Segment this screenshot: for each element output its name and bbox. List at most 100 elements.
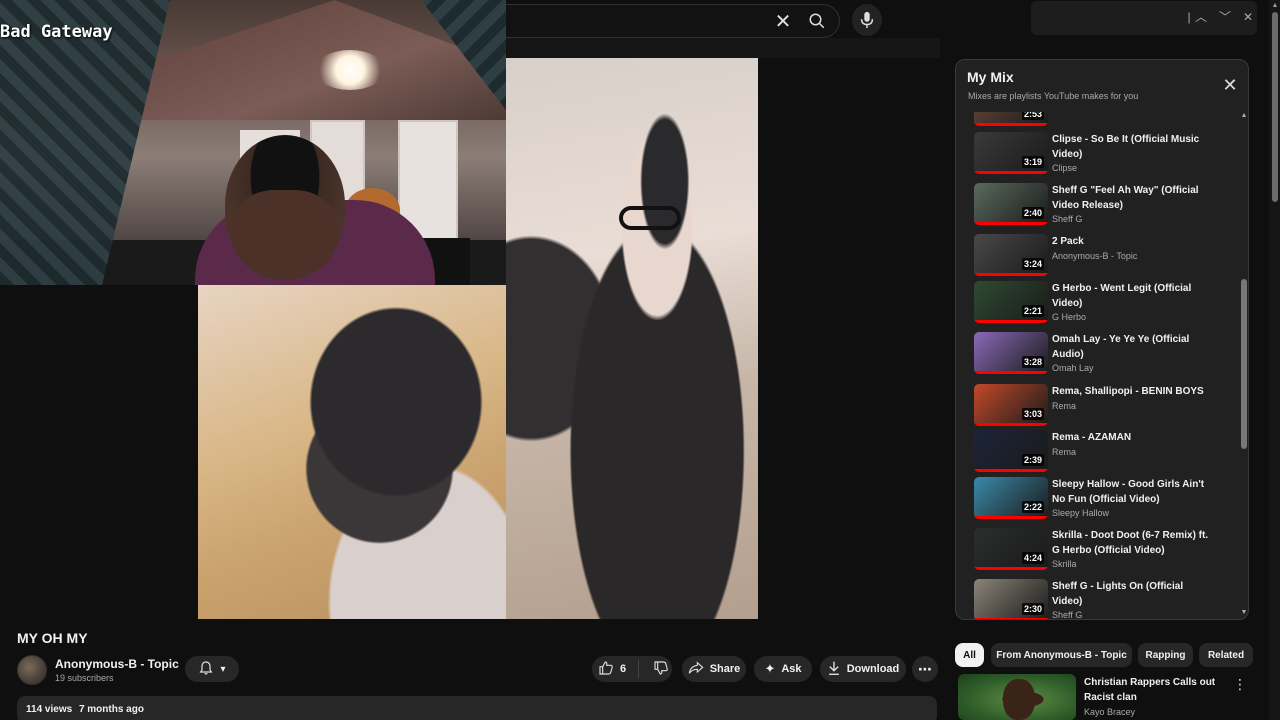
chip-related[interactable]: Related <box>1199 643 1253 667</box>
mix-item-artist[interactable]: Sleepy Hallow <box>1052 508 1109 518</box>
like-button[interactable]: 6 <box>592 656 672 682</box>
mix-item-artist[interactable]: G Herbo <box>1052 312 1086 322</box>
watched-progress-bar <box>974 469 1048 472</box>
avatar[interactable] <box>17 655 47 685</box>
scroll-up-icon[interactable]: ▲ <box>1240 112 1248 120</box>
mix-item-thumbnail[interactable]: 3:28 <box>974 332 1048 374</box>
mix-item-thumbnail[interactable]: 3:19 <box>974 132 1048 174</box>
mix-item-artist[interactable]: Omah Lay <box>1052 363 1094 373</box>
scroll-up-icon[interactable]: ▲ <box>1271 2 1279 10</box>
related-video-thumbnail[interactable] <box>958 674 1076 720</box>
duration-badge: 2:30 <box>1021 603 1044 615</box>
more-vertical-icon[interactable]: ⋮ <box>1232 675 1248 693</box>
mix-item-title[interactable]: 2 Pack <box>1052 234 1212 249</box>
mix-item-artist[interactable]: Rema <box>1052 447 1076 457</box>
chip-all[interactable]: All <box>955 643 984 667</box>
watched-progress-bar <box>974 371 1048 374</box>
duration-badge: 4:24 <box>1021 552 1044 564</box>
close-icon[interactable]: ✕ <box>1240 9 1256 25</box>
watched-progress-bar <box>974 618 1048 619</box>
mix-item-artist[interactable]: Skrilla <box>1052 559 1077 569</box>
duration-badge: 2:40 <box>1021 207 1044 219</box>
player-top-strip <box>506 38 940 58</box>
bell-icon <box>198 660 214 679</box>
upload-age: 7 months ago <box>78 704 144 715</box>
mix-item-thumbnail[interactable]: 2:53 <box>974 112 1048 126</box>
search-icon[interactable] <box>802 6 832 36</box>
duration-badge: 2:39 <box>1021 454 1044 466</box>
scroll-thumb[interactable] <box>1241 279 1247 449</box>
mix-item-title[interactable]: Sheff G "Feel Ah Way" (Official Video Re… <box>1052 183 1212 213</box>
mix-item-title[interactable]: Rema, Shallipopi - BENIN BOYS <box>1052 384 1212 399</box>
watched-progress-bar <box>974 171 1048 174</box>
chevron-down-icon[interactable]: ﹀ <box>1217 9 1233 25</box>
mix-item-artist[interactable]: Sheff G <box>1052 610 1082 619</box>
mix-item-title[interactable]: Sleepy Hallow - Good Girls Ain't No Fun … <box>1052 477 1212 507</box>
thumbs-down-icon[interactable] <box>653 660 669 679</box>
chevron-up-icon[interactable]: ︿ <box>1193 9 1209 25</box>
chip-rapping[interactable]: Rapping <box>1138 643 1193 667</box>
channel-name[interactable]: Anonymous-B - Topic <box>55 657 179 671</box>
more-horizontal-icon: ⋯ <box>918 660 932 677</box>
scroll-down-icon[interactable]: ▼ <box>1240 609 1248 617</box>
download-icon <box>827 660 841 679</box>
duration-badge: 3:28 <box>1021 356 1044 368</box>
notifications-button[interactable]: ▾ <box>185 656 239 682</box>
share-button[interactable]: Share <box>682 656 746 682</box>
scroll-thumb[interactable] <box>1272 12 1278 202</box>
subscriber-count: 19 subscribers <box>55 673 114 683</box>
mix-item-thumbnail[interactable]: 2:30 <box>974 579 1048 619</box>
related-video-channel[interactable]: Kayo Bracey <box>1084 707 1135 717</box>
view-count: 114 views <box>26 704 73 715</box>
mix-item-title[interactable]: G Herbo - Went Legit (Official Video) <box>1052 281 1212 311</box>
mix-title: My Mix <box>967 69 1014 85</box>
thumbnail-face <box>1003 679 1035 720</box>
download-button[interactable]: Download <box>820 656 906 682</box>
mix-item-artist[interactable]: Sheff G <box>1052 214 1082 224</box>
mix-item-thumbnail[interactable]: 2:22 <box>974 477 1048 519</box>
mix-item-artist[interactable]: Clipse <box>1052 163 1077 173</box>
chevron-down-icon: ▾ <box>220 663 226 675</box>
mix-playlist: 2:53MoneyBagg Yo3:19Clipse - So Be It (O… <box>956 112 1238 619</box>
mix-item-title[interactable]: Omah Lay - Ye Ye Ye (Official Audio) <box>1052 332 1212 362</box>
ask-button[interactable]: ✦ Ask <box>754 656 812 682</box>
mix-item-thumbnail[interactable]: 2:21 <box>974 281 1048 323</box>
duration-badge: 2:21 <box>1021 305 1044 317</box>
mix-item-title[interactable]: Sheff G - Lights On (Official Video) <box>1052 579 1212 609</box>
mix-item-thumbnail[interactable]: 2:39 <box>974 430 1048 472</box>
duration-badge: 3:19 <box>1021 156 1044 168</box>
mix-item-artist[interactable]: Anonymous-B - Topic <box>1052 251 1137 261</box>
mix-scrollbar[interactable]: ▲ ▼ <box>1240 112 1248 617</box>
related-video-title[interactable]: Christian Rappers Calls out Racist clan <box>1084 675 1224 705</box>
like-count: 6 <box>620 663 627 675</box>
microphone-icon[interactable] <box>852 4 882 36</box>
chip-from-channel[interactable]: From Anonymous-B - Topic <box>991 643 1132 667</box>
mix-item-thumbnail[interactable]: 3:03 <box>974 384 1048 426</box>
album-artwork-left[interactable] <box>198 285 528 619</box>
more-actions-button[interactable]: ⋯ <box>912 656 938 682</box>
mix-item-title[interactable]: Skrilla - Doot Doot (6-7 Remix) ft. G He… <box>1052 528 1212 558</box>
mix-item-thumbnail[interactable]: 3:24 <box>974 234 1048 276</box>
close-icon[interactable]: ✕ <box>770 8 796 34</box>
description-box[interactable] <box>17 696 937 720</box>
share-icon <box>688 660 704 678</box>
watched-progress-bar <box>974 320 1048 323</box>
close-icon[interactable]: ✕ <box>1220 75 1240 95</box>
mix-item-artist[interactable]: Rema <box>1052 401 1076 411</box>
webcam-ceiling-light <box>315 50 385 90</box>
page-scrollbar[interactable]: ▲ <box>1269 0 1280 720</box>
mix-item-thumbnail[interactable]: 2:40 <box>974 183 1048 225</box>
duration-badge: 3:24 <box>1021 258 1044 270</box>
mix-item-title[interactable]: Rema - AZAMAN <box>1052 430 1212 445</box>
ask-label: Ask <box>781 663 802 675</box>
mix-subtitle: Mixes are playlists YouTube makes for yo… <box>968 91 1139 101</box>
miniplayer-controls: | ︿ ﹀ ✕ <box>1031 1 1257 35</box>
mix-item-title[interactable]: Clipse - So Be It (Official Music Video) <box>1052 132 1212 162</box>
mix-item-thumbnail[interactable]: 4:24 <box>974 528 1048 570</box>
divider <box>638 660 640 678</box>
share-label: Share <box>709 663 741 675</box>
download-label: Download <box>846 663 900 675</box>
artwork-glasses <box>619 206 681 230</box>
watched-progress-bar <box>974 516 1048 519</box>
album-artwork-right[interactable] <box>506 58 758 619</box>
